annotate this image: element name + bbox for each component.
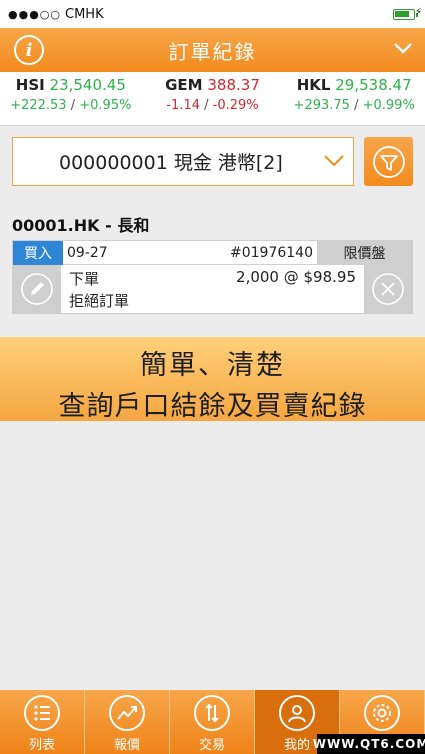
index-change: +293.75 xyxy=(293,98,350,113)
status-bar: ●●●○○ CMHK ⚡ xyxy=(0,0,425,28)
index-hsi[interactable]: HSI 23,540.45 +222.53 / +0.95% xyxy=(0,72,142,125)
order-card[interactable]: 買入 09-27 #01976140 限價盤 下單 拒絕訂單 2,000 @ $… xyxy=(12,240,413,314)
info-icon[interactable]: i xyxy=(14,35,44,65)
index-change: +222.53 xyxy=(10,98,67,113)
order-status: 拒絕訂單 xyxy=(69,292,130,310)
index-gem[interactable]: GEM 388.37 -1.14 / -0.29% xyxy=(142,72,284,125)
index-separator: / xyxy=(204,98,209,113)
index-name: HSI xyxy=(15,76,45,94)
charging-icon: ⚡ xyxy=(414,7,422,18)
carrier-name: CMHK xyxy=(65,6,104,22)
list-icon xyxy=(34,705,50,721)
index-percent: +0.99% xyxy=(362,98,415,113)
order-header: 買入 09-27 #01976140 限價盤 xyxy=(13,240,412,265)
cancel-order-button[interactable] xyxy=(364,265,412,313)
account-select-value: 000000001 現金 港幣[2] xyxy=(59,152,283,174)
order-body: 下單 拒絕訂單 2,000 @ $98.95 xyxy=(13,265,412,313)
chevron-down-icon[interactable] xyxy=(393,38,413,58)
index-value: 388.37 xyxy=(207,76,260,94)
stock-title: 00001.HK - 長和 xyxy=(12,216,150,235)
tab-quotes[interactable]: 報價 xyxy=(85,690,170,754)
promo-line-2: 查詢戶口結餘及買賣紀錄 xyxy=(58,391,367,422)
battery-icon xyxy=(393,9,418,20)
page-title: 訂單紀錄 xyxy=(168,39,257,64)
index-change: -1.14 xyxy=(166,98,200,113)
chevron-down-icon xyxy=(324,155,344,167)
index-percent: -0.29% xyxy=(212,98,259,113)
filter-button[interactable] xyxy=(364,137,413,186)
account-select[interactable]: 000000001 現金 港幣[2] xyxy=(12,137,354,186)
pencil-icon xyxy=(21,273,53,305)
index-name: HKL xyxy=(296,76,331,94)
signal-strength: ●●●○○ xyxy=(8,7,61,21)
index-hkl[interactable]: HKL 29,538.47 +293.75 / +0.99% xyxy=(283,72,425,125)
user-icon xyxy=(288,705,306,723)
promo-banner: 簡單、清楚 查詢戶口結餘及買賣紀錄 xyxy=(0,337,425,422)
edit-order-button[interactable] xyxy=(13,265,61,313)
order-type: 限價盤 xyxy=(317,240,412,265)
gear-icon xyxy=(373,704,391,722)
chart-trend-icon xyxy=(117,706,137,720)
promo-line-1: 簡單、清楚 xyxy=(140,350,285,381)
tab-label: 我的 xyxy=(283,738,310,753)
order-number: #01976140 xyxy=(230,244,313,261)
app-root: ●●●○○ CMHK ⚡ i 訂單紀錄 HSI 23,540.45 +222.5… xyxy=(0,0,425,754)
tab-label: 交易 xyxy=(198,738,225,753)
index-percent: +0.95% xyxy=(79,98,132,113)
index-separator: / xyxy=(70,98,76,113)
account-row: 000000001 現金 港幣[2] xyxy=(12,137,413,186)
order-date: 09-27 xyxy=(67,244,108,261)
order-action: 下單 xyxy=(69,270,100,288)
close-icon xyxy=(372,273,404,305)
trade-arrows-icon xyxy=(205,703,219,723)
order-side-badge: 買入 xyxy=(13,240,63,265)
tab-label: 列表 xyxy=(28,738,55,753)
order-qty-price: 2,000 @ $98.95 xyxy=(236,268,356,286)
index-value: 23,540.45 xyxy=(49,76,126,94)
filter-icon xyxy=(372,145,405,178)
bottom-tab-bar: 列表 報價 交易 我的 WWW.QT6.COM xyxy=(0,690,425,754)
index-separator: / xyxy=(354,98,359,113)
tab-list[interactable]: 列表 xyxy=(0,690,85,754)
tab-trade[interactable]: 交易 xyxy=(170,690,255,754)
tab-label: 報價 xyxy=(113,738,140,753)
index-name: GEM xyxy=(165,76,203,94)
index-value: 29,538.47 xyxy=(335,76,412,94)
market-indices: HSI 23,540.45 +222.53 / +0.95% GEM 388.3… xyxy=(0,72,425,126)
watermark: WWW.QT6.COM xyxy=(313,734,425,754)
app-header: i 訂單紀錄 xyxy=(0,28,425,72)
